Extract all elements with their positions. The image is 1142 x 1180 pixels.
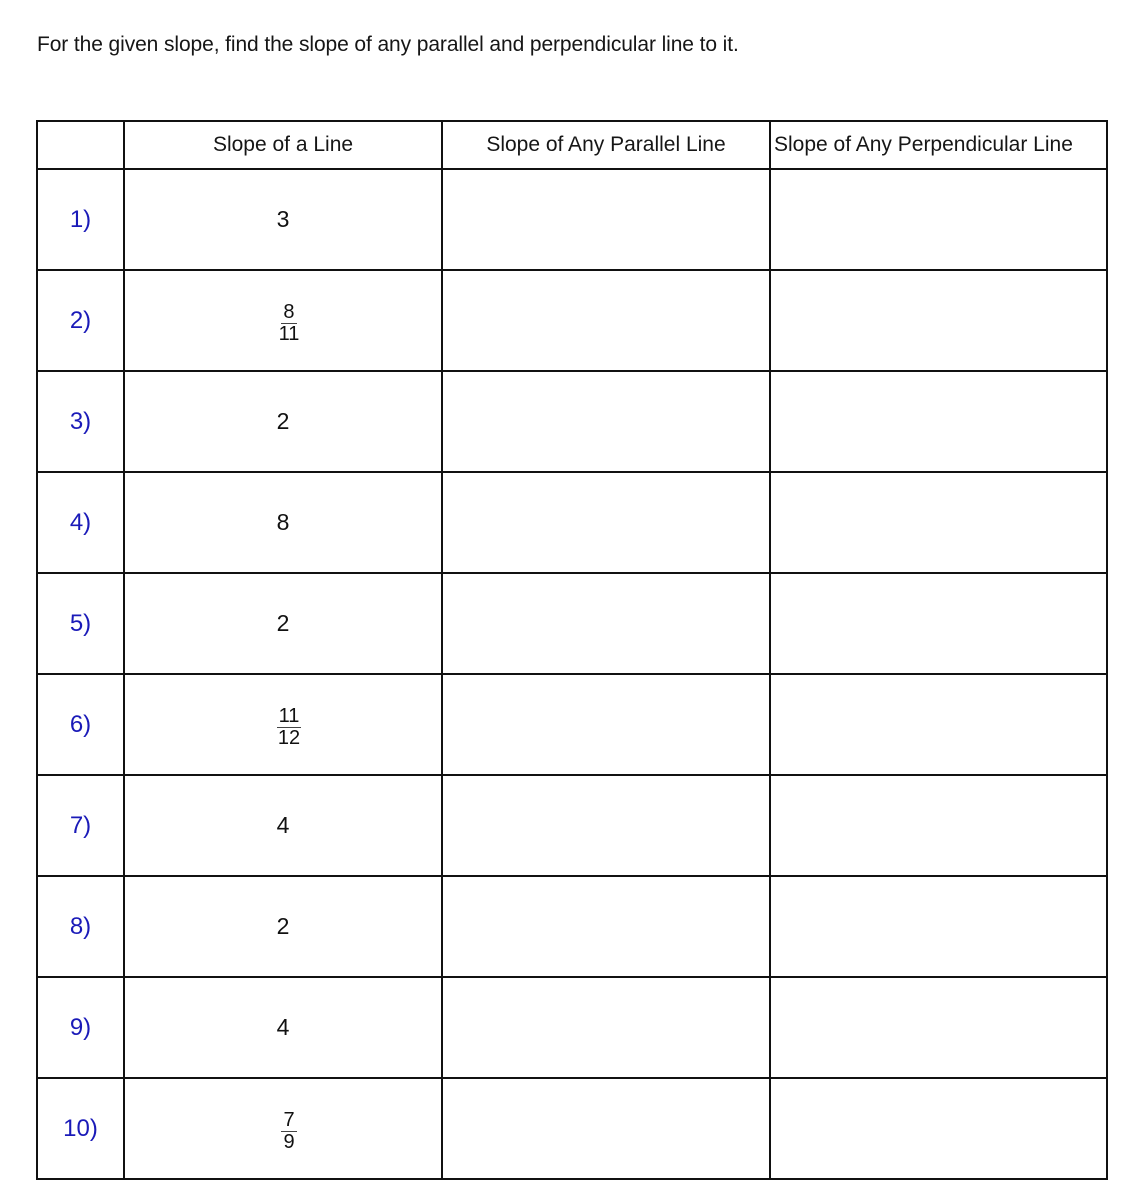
problem-number: 10) <box>36 1077 125 1180</box>
slope-value: 2 <box>276 408 290 434</box>
parallel-slope-answer[interactable] <box>441 1077 771 1180</box>
parallel-slope-answer[interactable] <box>441 673 771 776</box>
fraction-numerator: 11 <box>276 704 302 728</box>
slope-fraction: 11 12 <box>276 704 302 749</box>
given-slope-cell: 8 11 <box>123 269 443 372</box>
table-row: 4) 8 <box>36 471 1108 574</box>
perpendicular-slope-answer[interactable] <box>769 370 1108 473</box>
table-row: 1) 3 <box>36 168 1108 271</box>
perpendicular-slope-answer[interactable] <box>769 875 1108 978</box>
problem-number: 2) <box>36 269 125 372</box>
perpendicular-slope-answer[interactable] <box>769 572 1108 675</box>
perpendicular-slope-answer[interactable] <box>769 1077 1108 1180</box>
table-row: 8) 2 <box>36 875 1108 978</box>
parallel-slope-answer[interactable] <box>441 471 771 574</box>
given-slope-cell: 3 <box>123 168 443 271</box>
parallel-slope-answer[interactable] <box>441 875 771 978</box>
table-row: 5) 2 <box>36 572 1108 675</box>
slope-value: 4 <box>276 1014 290 1040</box>
perpendicular-slope-answer[interactable] <box>769 673 1108 776</box>
fraction-denominator: 9 <box>283 1130 295 1153</box>
parallel-slope-answer[interactable] <box>441 572 771 675</box>
problem-number: 4) <box>36 471 125 574</box>
problem-number: 1) <box>36 168 125 271</box>
header-parallel: Slope of Any Parallel Line <box>441 120 771 170</box>
perpendicular-slope-answer[interactable] <box>769 976 1108 1079</box>
fraction-denominator: 11 <box>278 322 300 345</box>
problem-number: 3) <box>36 370 125 473</box>
parallel-slope-answer[interactable] <box>441 370 771 473</box>
given-slope-cell: 2 <box>123 370 443 473</box>
slope-fraction: 8 11 <box>278 300 300 345</box>
table-row: 2) 8 11 <box>36 269 1108 372</box>
fraction-numerator: 7 <box>281 1108 297 1132</box>
fraction-numerator: 8 <box>281 300 297 324</box>
slope-value: 4 <box>276 812 290 838</box>
perpendicular-slope-answer[interactable] <box>769 471 1108 574</box>
given-slope-cell: 4 <box>123 976 443 1079</box>
given-slope-cell: 4 <box>123 774 443 877</box>
table-row: 9) 4 <box>36 976 1108 1079</box>
table-header-row: Slope of a Line Slope of Any Parallel Li… <box>36 120 1108 170</box>
perpendicular-slope-answer[interactable] <box>769 774 1108 877</box>
slope-value: 2 <box>276 913 290 939</box>
parallel-slope-answer[interactable] <box>441 976 771 1079</box>
slope-value: 8 <box>276 509 290 535</box>
given-slope-cell: 11 12 <box>123 673 443 776</box>
problem-number: 7) <box>36 774 125 877</box>
header-slope: Slope of a Line <box>123 120 443 170</box>
parallel-slope-answer[interactable] <box>441 774 771 877</box>
table-row: 3) 2 <box>36 370 1108 473</box>
parallel-slope-answer[interactable] <box>441 168 771 271</box>
perpendicular-slope-answer[interactable] <box>769 168 1108 271</box>
instructions-text: For the given slope, find the slope of a… <box>37 33 739 56</box>
slope-worksheet-table: Slope of a Line Slope of Any Parallel Li… <box>36 120 1108 1180</box>
table-body: 1) 3 2) 8 11 3) 2 4) 8 5) 2 6) 11 12 7) 4 8) 2 9) 4 10) 7 9 <box>36 168 1108 1180</box>
table-row: 10) 7 9 <box>36 1077 1108 1180</box>
perpendicular-slope-answer[interactable] <box>769 269 1108 372</box>
given-slope-cell: 79 <box>123 1077 443 1180</box>
slope-value: 3 <box>276 206 290 232</box>
problem-number: 5) <box>36 572 125 675</box>
header-perpendicular: Slope of Any Perpendicular Line <box>769 120 1108 170</box>
parallel-slope-answer[interactable] <box>441 269 771 372</box>
given-slope-cell: 2 <box>123 875 443 978</box>
problem-number: 6) <box>36 673 125 776</box>
given-slope-cell: 2 <box>123 572 443 675</box>
fraction-denominator: 12 <box>277 726 301 749</box>
slope-value: 2 <box>276 610 290 636</box>
given-slope-cell: 8 <box>123 471 443 574</box>
table-row: 6) 11 12 <box>36 673 1108 776</box>
table-row: 7) 4 <box>36 774 1108 877</box>
problem-number: 9) <box>36 976 125 1079</box>
header-number <box>36 120 125 170</box>
slope-fraction: 79 <box>281 1108 297 1153</box>
problem-number: 8) <box>36 875 125 978</box>
